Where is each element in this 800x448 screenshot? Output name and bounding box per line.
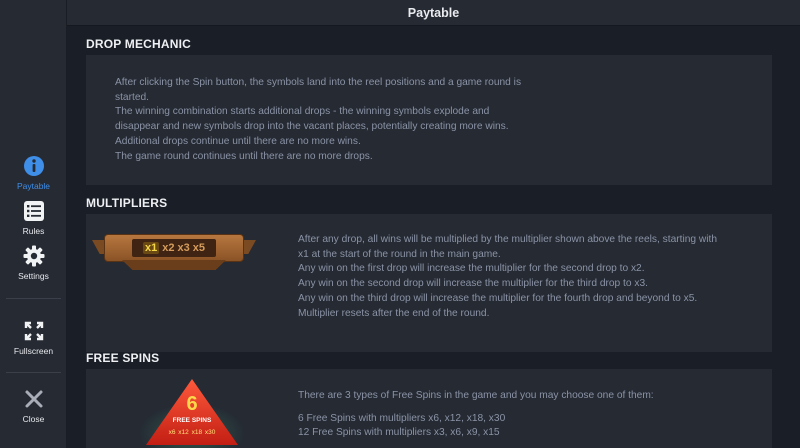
sidebar-item-label: Settings: [18, 271, 49, 281]
text-line: Multiplier resets after the end of the r…: [298, 307, 490, 319]
page-title: Paytable: [407, 5, 460, 20]
gear-icon: [23, 245, 45, 267]
section-title-free-spins: FREE SPINS: [86, 351, 160, 365]
drop-mechanic-panel: After clicking the Spin button, the symb…: [86, 55, 772, 185]
text-line: There are 3 types of Free Spins in the g…: [298, 390, 654, 401]
sidebar-item-fullscreen[interactable]: Fullscreen: [0, 320, 67, 356]
free-spins-panel: 6 FREE SPINS x6 x12 x18 x30 There are 3 …: [86, 369, 772, 448]
sidebar-divider: [6, 298, 61, 299]
section-title-drop-mechanic: DROP MECHANIC: [86, 37, 192, 51]
text-line: The winning combination starts additiona…: [115, 106, 490, 118]
text-line: disappear and new symbols drop into the …: [115, 121, 509, 133]
text-line: The game round continues until there are…: [115, 150, 373, 162]
text-line: x1 at the start of the round in the main…: [298, 248, 501, 260]
multiplier-step: x2: [162, 242, 175, 254]
header-bar: Paytable: [67, 0, 800, 26]
text-line: Any win on the first drop will increase …: [298, 263, 645, 275]
sidebar-item-rules[interactable]: Rules: [0, 200, 67, 236]
text-line: Any win on the third drop will increase …: [298, 292, 698, 304]
current-multiplier: x1: [143, 242, 160, 254]
multiplier-banner-image: x1 x2 x3 x5: [92, 230, 256, 276]
text-line: After clicking the Spin button, the symb…: [115, 77, 522, 88]
sidebar-divider: [6, 372, 61, 373]
sidebar-item-paytable[interactable]: Paytable: [0, 155, 67, 191]
text-line: Additional drops continue until there ar…: [115, 135, 361, 147]
multiplier-step: x3: [177, 242, 190, 254]
sidebar: Paytable Rules Settings Fullscreen Close: [0, 0, 67, 448]
sidebar-item-label: Close: [22, 414, 45, 424]
sidebar-item-close[interactable]: Close: [0, 388, 67, 424]
badge-spin-count: 6: [186, 393, 198, 415]
text-line: 12 Free Spins with multipliers x3, x6, x…: [298, 427, 500, 439]
text-line: 6 Free Spins with multipliers x6, x12, x…: [298, 412, 506, 424]
sidebar-item-label: Paytable: [16, 181, 51, 191]
drop-mechanic-text: After clicking the Spin button, the symb…: [115, 76, 521, 164]
paytable-content[interactable]: DROP MECHANIC After clicking the Spin bu…: [67, 27, 800, 448]
text-line: Any win on the second drop will increase…: [298, 278, 648, 290]
info-icon: [23, 155, 45, 177]
section-title-multipliers: MULTIPLIERS: [86, 196, 168, 210]
multipliers-text: After any drop, all wins will be multipl…: [298, 233, 717, 321]
multiplier-step: x5: [192, 242, 205, 254]
badge-label: FREE SPINS: [172, 417, 212, 424]
free-spins-badge-image: 6 FREE SPINS x6 x12 x18 x30: [138, 379, 246, 448]
multiplier-track: x1 x2 x3 x5: [132, 239, 216, 257]
paytable-screen: Paytable Rules Settings Fullscreen Close…: [0, 0, 800, 448]
sidebar-item-settings[interactable]: Settings: [0, 245, 67, 281]
sidebar-item-label: Rules: [22, 226, 45, 236]
fullscreen-icon: [23, 320, 45, 342]
multipliers-panel: x1 x2 x3 x5 After any drop, all wins wil…: [86, 214, 772, 352]
close-icon: [23, 388, 45, 410]
free-spins-text: There are 3 types of Free Spins in the g…: [298, 389, 654, 441]
list-icon: [23, 200, 45, 222]
badge-multipliers: x6 x12 x18 x30: [168, 429, 216, 436]
text-line: started.: [115, 91, 149, 103]
sidebar-item-label: Fullscreen: [13, 346, 54, 356]
text-line: After any drop, all wins will be multipl…: [298, 234, 718, 245]
banner-base: [122, 260, 226, 270]
